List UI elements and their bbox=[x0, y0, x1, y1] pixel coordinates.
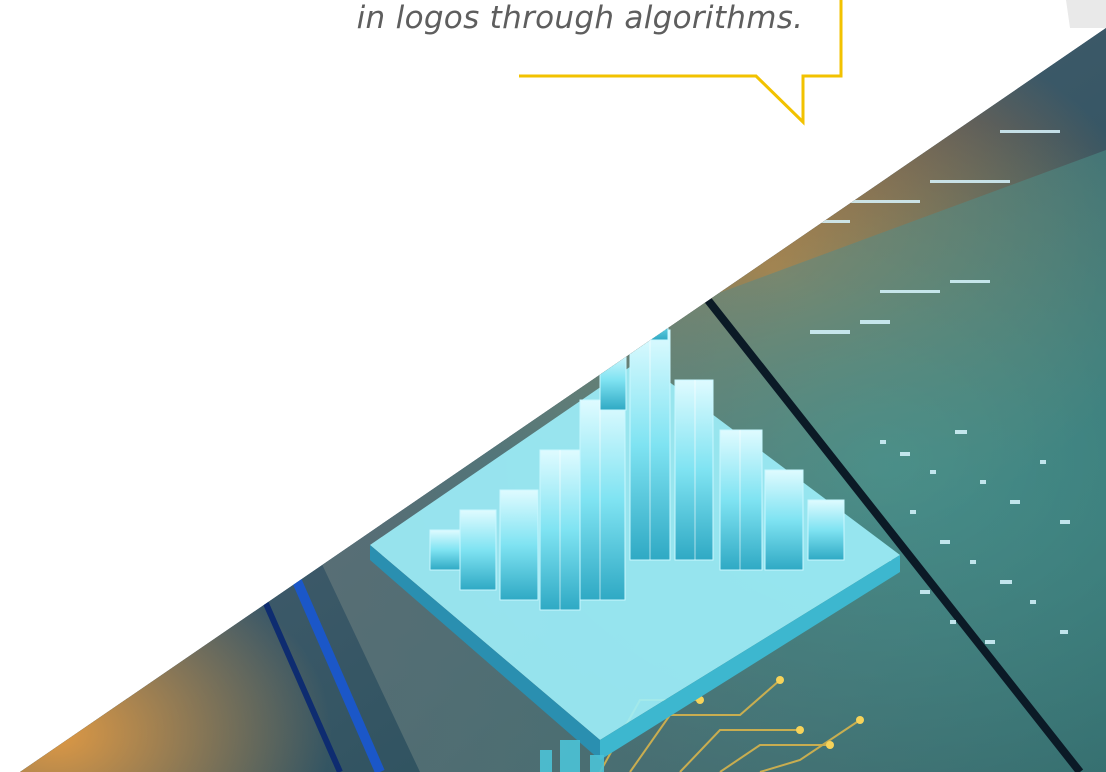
speech-bubble-callout: in logos through algorithms. bbox=[300, 0, 860, 136]
page: in logos through algorithms. bbox=[0, 0, 1106, 772]
callout-text: in logos through algorithms. bbox=[356, 0, 804, 36]
